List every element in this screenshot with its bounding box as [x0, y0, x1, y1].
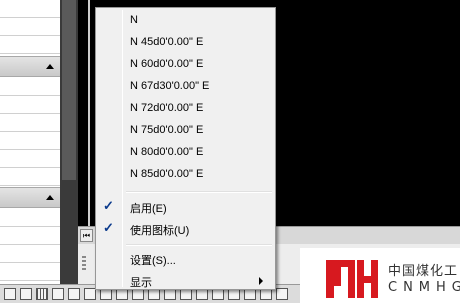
logo-mark-icon	[326, 260, 378, 298]
palette-section-header[interactable]	[0, 187, 60, 208]
menu-item-enable[interactable]: ✓ 启用(E)	[98, 196, 273, 218]
palette-row[interactable]	[0, 96, 60, 114]
palette-row[interactable]	[0, 114, 60, 132]
menu-item-use-icon[interactable]: ✓ 使用图标(U)	[98, 218, 273, 240]
logo-chinese-text: 中国煤化工	[388, 264, 459, 279]
menu-item-label: N 67d30'0.00" E	[130, 80, 210, 92]
submenu-arrow-icon	[259, 277, 263, 285]
palette-row[interactable]	[0, 0, 60, 18]
palette-row[interactable]	[0, 227, 60, 245]
menu-item-angle-75[interactable]: N 75d0'0.00" E	[98, 120, 273, 142]
menu-item-display[interactable]: 显示	[98, 270, 273, 292]
palette-row[interactable]	[0, 18, 60, 36]
grid-icon[interactable]	[36, 288, 48, 300]
menu-item-angle-60[interactable]: N 60d0'0.00" E	[98, 54, 273, 76]
annotation-scale-icon[interactable]	[276, 288, 288, 300]
menu-item-label: N 85d0'0.00" E	[130, 168, 204, 180]
first-layout-button[interactable]: ⏮	[80, 229, 93, 242]
menu-item-angle-80[interactable]: N 80d0'0.00" E	[98, 142, 273, 164]
collapse-arrow-icon[interactable]	[46, 195, 54, 200]
checkmark-icon: ✓	[103, 220, 114, 235]
palette-row[interactable]	[0, 78, 60, 96]
palette-row[interactable]	[0, 132, 60, 150]
snap-icon[interactable]	[20, 288, 32, 300]
menu-item-label: 显示	[130, 277, 152, 289]
menu-item-label: 设置(S)...	[130, 255, 176, 267]
palette-row[interactable]	[0, 263, 60, 281]
menu-item-label: N 80d0'0.00" E	[130, 146, 204, 158]
drawing-line	[88, 0, 90, 245]
polar-icon[interactable]	[68, 288, 80, 300]
menu-item-angle-n[interactable]: N	[98, 10, 273, 32]
palette-scroll-thumb[interactable]	[62, 0, 76, 180]
checkmark-icon: ✓	[103, 198, 114, 213]
polar-angle-context-menu: N N 45d0'0.00" E N 60d0'0.00" E N 67d30'…	[95, 7, 276, 290]
palette-row[interactable]	[0, 209, 60, 227]
menu-item-label: 启用(E)	[130, 203, 167, 215]
menu-item-settings[interactable]: 设置(S)...	[98, 248, 273, 270]
menu-item-label: N 75d0'0.00" E	[130, 124, 204, 136]
command-line-grip[interactable]	[82, 256, 86, 272]
menu-item-angle-72[interactable]: N 72d0'0.00" E	[98, 98, 273, 120]
menu-item-label: N 45d0'0.00" E	[130, 36, 204, 48]
menu-item-label: N	[130, 14, 138, 26]
coordinates-icon[interactable]	[4, 288, 16, 300]
palette-row[interactable]	[0, 168, 60, 186]
palette-row[interactable]	[0, 36, 60, 54]
menu-item-angle-85[interactable]: N 85d0'0.00" E	[98, 164, 273, 186]
menu-item-angle-45[interactable]: N 45d0'0.00" E	[98, 32, 273, 54]
properties-palette	[0, 0, 60, 290]
watermark-logo: 中国煤化工 CNMHG	[300, 248, 460, 303]
menu-separator	[126, 244, 272, 246]
ortho-icon[interactable]	[52, 288, 64, 300]
menu-item-angle-67-30[interactable]: N 67d30'0.00" E	[98, 76, 273, 98]
palette-row[interactable]	[0, 150, 60, 168]
palette-section-header[interactable]	[0, 56, 60, 77]
collapse-arrow-icon[interactable]	[46, 64, 54, 69]
menu-item-label: 使用图标(U)	[130, 225, 190, 237]
menu-item-label: N 60d0'0.00" E	[130, 58, 204, 70]
menu-separator	[126, 191, 272, 193]
logo-english-text: CNMHG	[388, 280, 460, 295]
menu-item-label: N 72d0'0.00" E	[130, 102, 204, 114]
palette-row[interactable]	[0, 245, 60, 263]
